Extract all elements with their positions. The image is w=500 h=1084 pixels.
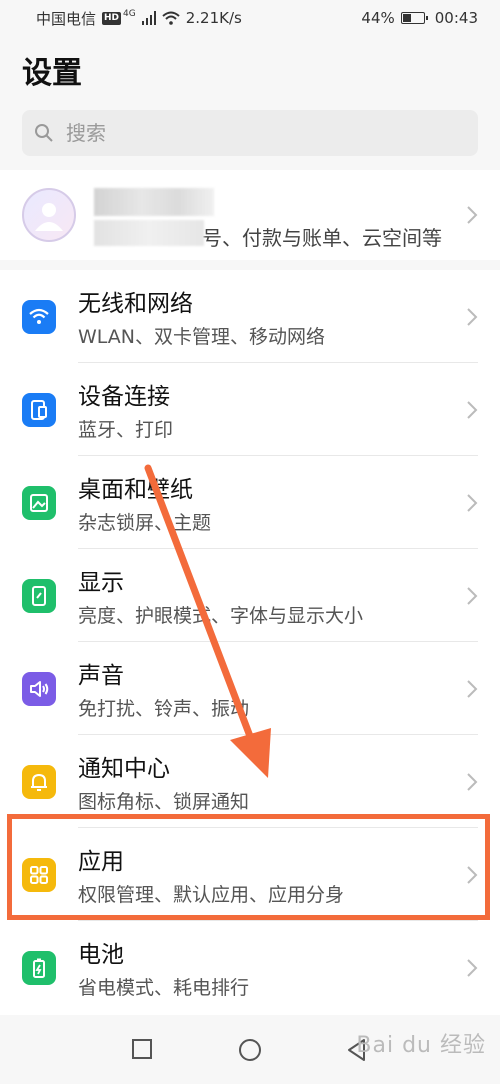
chevron-right-icon	[467, 206, 478, 224]
settings-item[interactable]: 电池省电模式、耗电排行	[0, 921, 500, 1014]
display-icon	[22, 579, 56, 613]
account-name-redacted	[94, 188, 214, 216]
apps-grid-icon	[22, 858, 56, 892]
settings-item-title: 设备连接	[78, 384, 170, 410]
wifi-icon	[22, 300, 56, 334]
sound-icon	[22, 672, 56, 706]
settings-item[interactable]: 无线和网络 WLAN、双卡管理、移动网络	[0, 270, 500, 363]
settings-item-subtitle: 图标角标、锁屏通知	[78, 791, 250, 813]
settings-item[interactable]: 应用权限管理、默认应用、应用分身	[0, 828, 500, 921]
search-input[interactable]	[64, 120, 448, 146]
settings-item-title: 桌面和壁纸	[78, 477, 193, 503]
settings-item-subtitle: 亮度、护眼模式、字体与显示大小	[78, 605, 364, 627]
settings-item-title: 显示	[78, 570, 124, 596]
settings-item[interactable]: 设备连接 蓝牙、打印	[0, 363, 500, 456]
settings-item-subtitle: 杂志锁屏、主题	[78, 512, 212, 534]
account-card[interactable]: 号、付款与账单、云空间等	[0, 170, 500, 260]
watermark: Bai du 经验	[356, 1033, 486, 1058]
chevron-right-icon	[467, 401, 478, 419]
chevron-right-icon	[467, 308, 478, 326]
battery-percent: 44%	[361, 9, 395, 27]
hd-badge: HD	[102, 11, 122, 25]
settings-item[interactable]: 通知中心图标角标、锁屏通知	[0, 735, 500, 828]
settings-item-title: 通知中心	[78, 756, 170, 782]
device-connect-icon	[22, 393, 56, 427]
chevron-right-icon	[467, 587, 478, 605]
carrier-label: 中国电信	[36, 9, 97, 28]
settings-list: 无线和网络 WLAN、双卡管理、移动网络设备连接蓝牙、打印桌面和壁纸杂志锁屏、主题…	[0, 270, 500, 1015]
settings-item-subtitle: 免打扰、铃声、振动	[78, 698, 250, 720]
network-type: 4G	[123, 9, 136, 19]
chevron-right-icon	[467, 866, 478, 884]
signal-icon	[141, 11, 156, 25]
settings-item-title: 应用	[78, 849, 124, 875]
settings-item[interactable]: 显示亮度、护眼模式、字体与显示大小	[0, 549, 500, 642]
wifi-status-icon	[162, 11, 180, 25]
account-subtitle-redacted	[94, 220, 204, 246]
home-button[interactable]	[237, 1037, 263, 1063]
settings-item-title: 无线和网络	[78, 291, 193, 317]
navigation-bar: Bai du 经验	[0, 1015, 500, 1084]
recent-apps-button[interactable]	[130, 1037, 156, 1063]
battery-icon	[22, 951, 56, 985]
person-icon	[35, 203, 63, 231]
settings-item-subtitle: 蓝牙、打印	[78, 419, 174, 441]
account-subtitle: 号、付款与账单、云空间等	[202, 226, 442, 250]
settings-item-title: 电池	[78, 942, 124, 968]
chevron-right-icon	[467, 494, 478, 512]
search-bar[interactable]	[22, 110, 478, 156]
settings-item-subtitle: 省电模式、耗电排行	[78, 977, 250, 999]
search-icon	[35, 124, 53, 142]
chevron-right-icon	[467, 680, 478, 698]
chevron-right-icon	[467, 773, 478, 791]
settings-item-subtitle: WLAN、双卡管理、移动网络	[78, 326, 326, 348]
status-bar: 中国电信 HD 4G 2.21K/s 44% 00:43	[0, 0, 500, 36]
settings-item-title: 声音	[78, 663, 124, 689]
wallpaper-icon	[22, 486, 56, 520]
settings-item-subtitle: 权限管理、默认应用、应用分身	[78, 884, 345, 906]
bell-icon	[22, 765, 56, 799]
chevron-right-icon	[467, 959, 478, 977]
battery-status-icon	[400, 12, 428, 24]
network-speed: 2.21K/s	[185, 9, 242, 27]
avatar	[22, 188, 76, 242]
settings-item[interactable]: 声音免打扰、铃声、振动	[0, 642, 500, 735]
clock: 00:43	[434, 9, 478, 27]
settings-item[interactable]: 桌面和壁纸杂志锁屏、主题	[0, 456, 500, 549]
page-title: 设置	[22, 56, 82, 91]
